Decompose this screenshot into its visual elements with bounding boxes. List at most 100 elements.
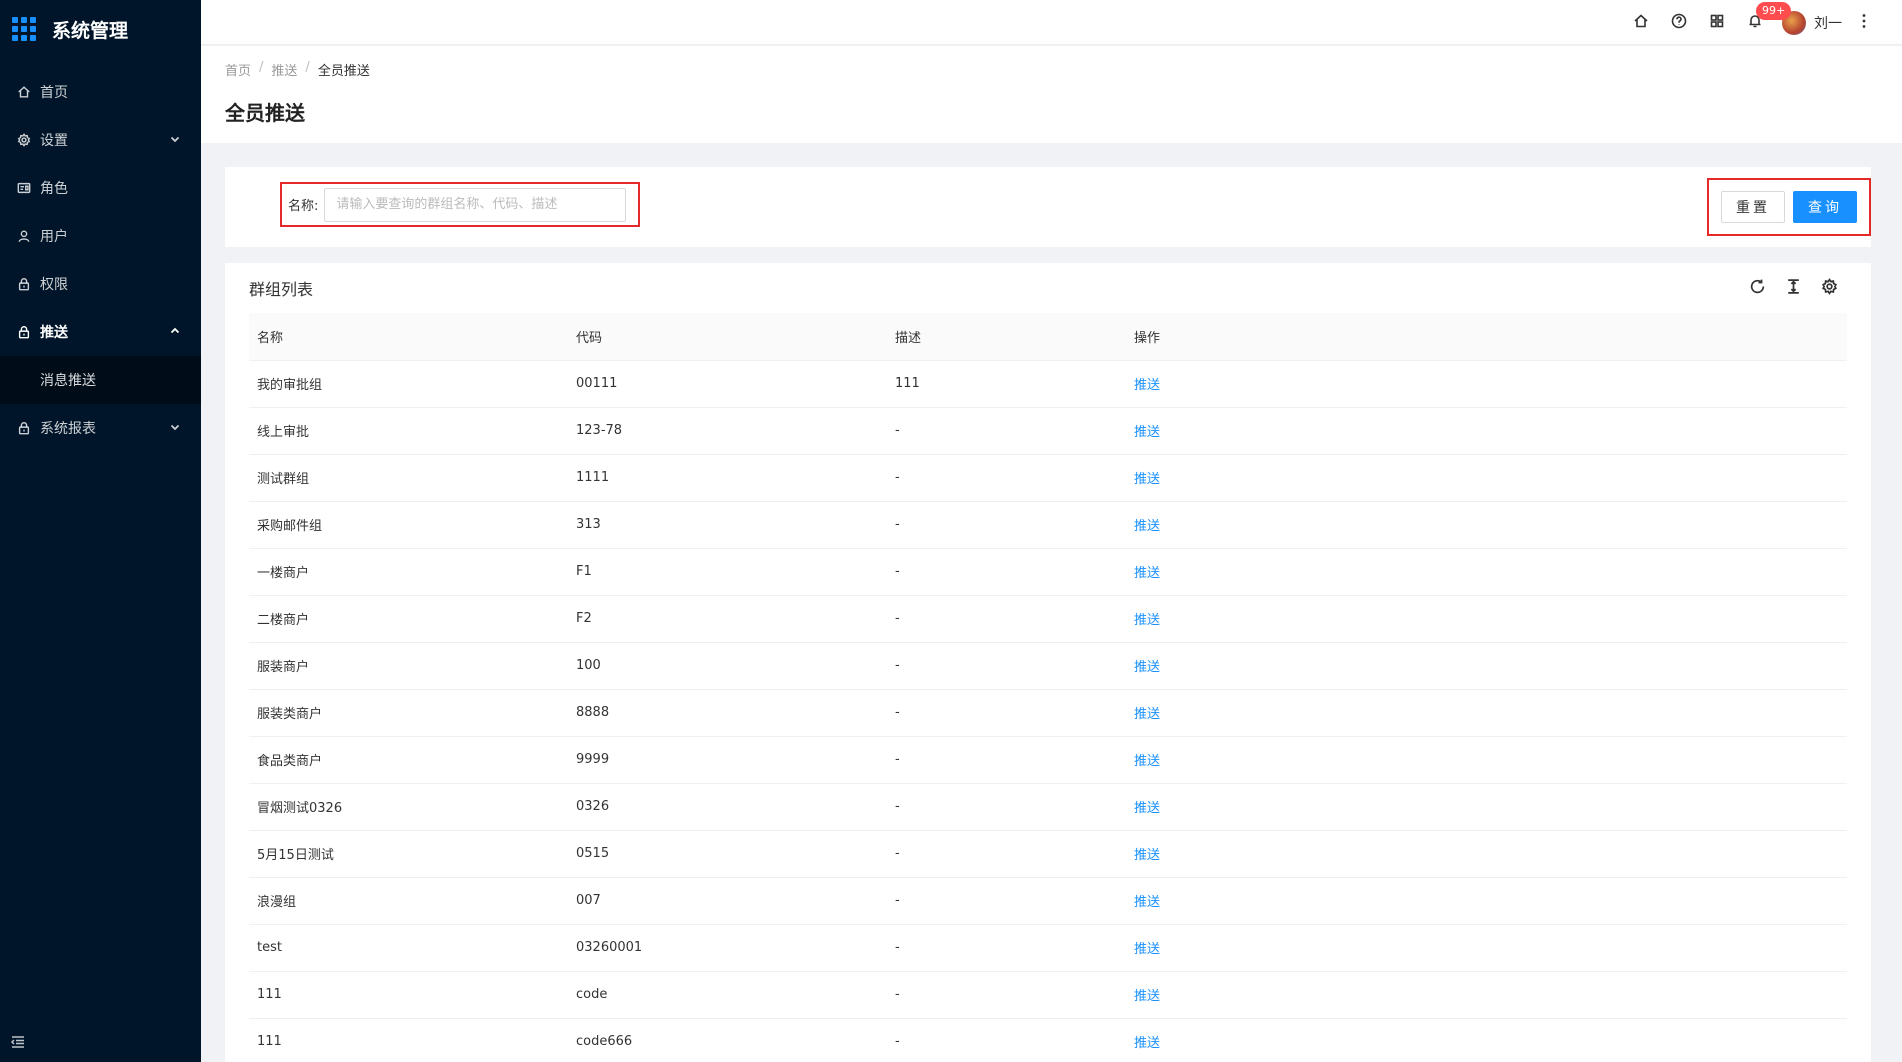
table-row: 111 code666- 推送 — [249, 1018, 1847, 1062]
app-title: 系统管理 — [52, 19, 129, 42]
notification-badge: 99+ — [1756, 2, 1792, 20]
column-header-desc[interactable]: 描述 — [887, 313, 1126, 361]
search-card: 名称: 重置 查询 — [225, 167, 1871, 247]
table-header-row: 名称 代码 描述 操作 — [249, 313, 1847, 361]
density-button[interactable] — [1775, 278, 1811, 298]
cell-name: 我的审批组 — [249, 360, 568, 408]
column-header-name[interactable]: 名称 — [249, 313, 568, 361]
column-height-icon — [1785, 278, 1802, 299]
lock-icon — [16, 276, 32, 292]
sidebar-item-message-push[interactable]: 消息推送 — [0, 356, 201, 404]
cell-code: code — [568, 971, 887, 1019]
home-icon — [1633, 13, 1649, 33]
apps-grid-icon — [1709, 13, 1725, 33]
cell-desc: - — [887, 689, 1126, 737]
cell-code: F1 — [568, 548, 887, 596]
sidebar-item-users[interactable]: 用户 — [0, 212, 201, 260]
reset-button[interactable]: 重置 — [1721, 191, 1785, 223]
question-circle-icon — [1671, 13, 1687, 33]
sidebar-item-label: 消息推送 — [40, 373, 96, 389]
column-header-action: 操作 — [1126, 313, 1847, 361]
breadcrumb-parent[interactable]: 推送 — [271, 60, 297, 79]
cell-desc: - — [887, 501, 1126, 549]
push-link[interactable]: 推送 — [1126, 454, 1847, 502]
push-link[interactable]: 推送 — [1126, 501, 1847, 549]
cell-name: 食品类商户 — [249, 736, 568, 784]
chevron-down-icon — [169, 133, 183, 147]
breadcrumb-separator: / — [305, 60, 310, 75]
column-header-code[interactable]: 代码 — [568, 313, 887, 361]
table-row: 服装商户 100- 推送 — [249, 642, 1847, 690]
cell-code: 007 — [568, 877, 887, 925]
table-body: 我的审批组 00111 111 推送 线上审批 123-78- 推送 测试群组 1111- 推送采… — [249, 360, 1847, 1062]
home-button[interactable] — [1622, 0, 1660, 45]
cell-code: 9999 — [568, 736, 887, 784]
push-link[interactable]: 推送 — [1126, 548, 1847, 596]
table-title: 群组列表 — [249, 280, 314, 299]
cell-desc: - — [887, 971, 1126, 1019]
sidebar-item-settings[interactable]: 设置 — [0, 116, 201, 164]
push-link[interactable]: 推送 — [1126, 830, 1847, 878]
user-menu[interactable]: 刘一 — [1782, 10, 1842, 35]
push-link[interactable]: 推送 — [1126, 689, 1847, 737]
push-link[interactable]: 推送 — [1126, 642, 1847, 690]
app-logo[interactable]: 系统管理 — [0, 0, 201, 58]
cell-desc: - — [887, 454, 1126, 502]
push-link[interactable]: 推送 — [1126, 971, 1847, 1019]
cell-code: 0515 — [568, 830, 887, 878]
breadcrumb-current: 全员推送 — [317, 64, 370, 79]
table-row: 线上审批 123-78- 推送 — [249, 407, 1847, 455]
top-header: 99+ 刘一 — [201, 0, 1902, 45]
user-icon — [16, 228, 32, 244]
group-table: 名称 代码 描述 操作 我的审批组 00111 111 推送 线上审批 123-78- 推送… — [249, 313, 1847, 1062]
sidebar-item-reports[interactable]: 系统报表 — [0, 404, 201, 452]
push-link[interactable]: 推送 — [1126, 595, 1847, 643]
cell-desc: - — [887, 642, 1126, 690]
query-button[interactable]: 查询 — [1793, 191, 1857, 223]
table-row: 111 code - 推送 — [249, 971, 1847, 1019]
notifications-button[interactable]: 99+ — [1736, 0, 1792, 45]
table-row: 服装类商户 8888- 推送 — [249, 689, 1847, 737]
breadcrumb-separator: / — [259, 60, 264, 75]
more-vertical-icon — [1862, 13, 1866, 33]
sidebar-item-label: 设置 — [40, 133, 68, 149]
push-link[interactable]: 推送 — [1126, 407, 1847, 455]
column-settings-button[interactable] — [1811, 277, 1847, 299]
table-toolbar: 群组列表 — [249, 263, 1847, 313]
push-link[interactable]: 推送 — [1126, 877, 1847, 925]
cell-name: 线上审批 — [249, 407, 568, 455]
collapse-menu-icon[interactable] — [10, 1034, 26, 1050]
page-header: 首页 / 推送 / 全员推送 全员推送 — [201, 46, 1902, 143]
chevron-up-icon — [169, 325, 183, 339]
push-link[interactable]: 推送 — [1126, 783, 1847, 831]
help-button[interactable] — [1660, 0, 1698, 45]
apps-grid-icon — [12, 17, 36, 41]
id-card-icon — [16, 180, 32, 196]
cell-name: 服装类商户 — [249, 689, 568, 737]
apps-button[interactable] — [1698, 0, 1736, 45]
search-input[interactable] — [324, 187, 627, 222]
table-row: 测试群组 1111- 推送 — [249, 454, 1847, 502]
sidebar-item-permissions[interactable]: 权限 — [0, 260, 201, 308]
cell-desc: - — [887, 924, 1126, 972]
cell-name: 二楼商户 — [249, 595, 568, 643]
sidebar-item-roles[interactable]: 角色 — [0, 164, 201, 212]
cell-code: 123-78 — [568, 407, 887, 455]
cell-desc: - — [887, 736, 1126, 784]
cell-name: 采购邮件组 — [249, 501, 568, 549]
breadcrumb-home[interactable]: 首页 — [225, 60, 251, 79]
more-options-button[interactable] — [1852, 0, 1876, 45]
push-link[interactable]: 推送 — [1126, 360, 1847, 408]
sidebar-item-home[interactable]: 首页 — [0, 68, 201, 116]
gear-icon — [1821, 277, 1838, 299]
push-link[interactable]: 推送 — [1126, 924, 1847, 972]
table-row: 采购邮件组 313- 推送 — [249, 501, 1847, 549]
cell-code: code666 — [568, 1018, 887, 1062]
breadcrumb: 首页 / 推送 / 全员推送 — [225, 60, 1878, 79]
refresh-button[interactable] — [1739, 278, 1775, 298]
sidebar-item-push[interactable]: 推送 — [0, 308, 201, 356]
sidebar-item-label: 系统报表 — [40, 421, 96, 437]
push-link[interactable]: 推送 — [1126, 736, 1847, 784]
push-link[interactable]: 推送 — [1126, 1018, 1847, 1062]
cell-name: 一楼商户 — [249, 548, 568, 596]
